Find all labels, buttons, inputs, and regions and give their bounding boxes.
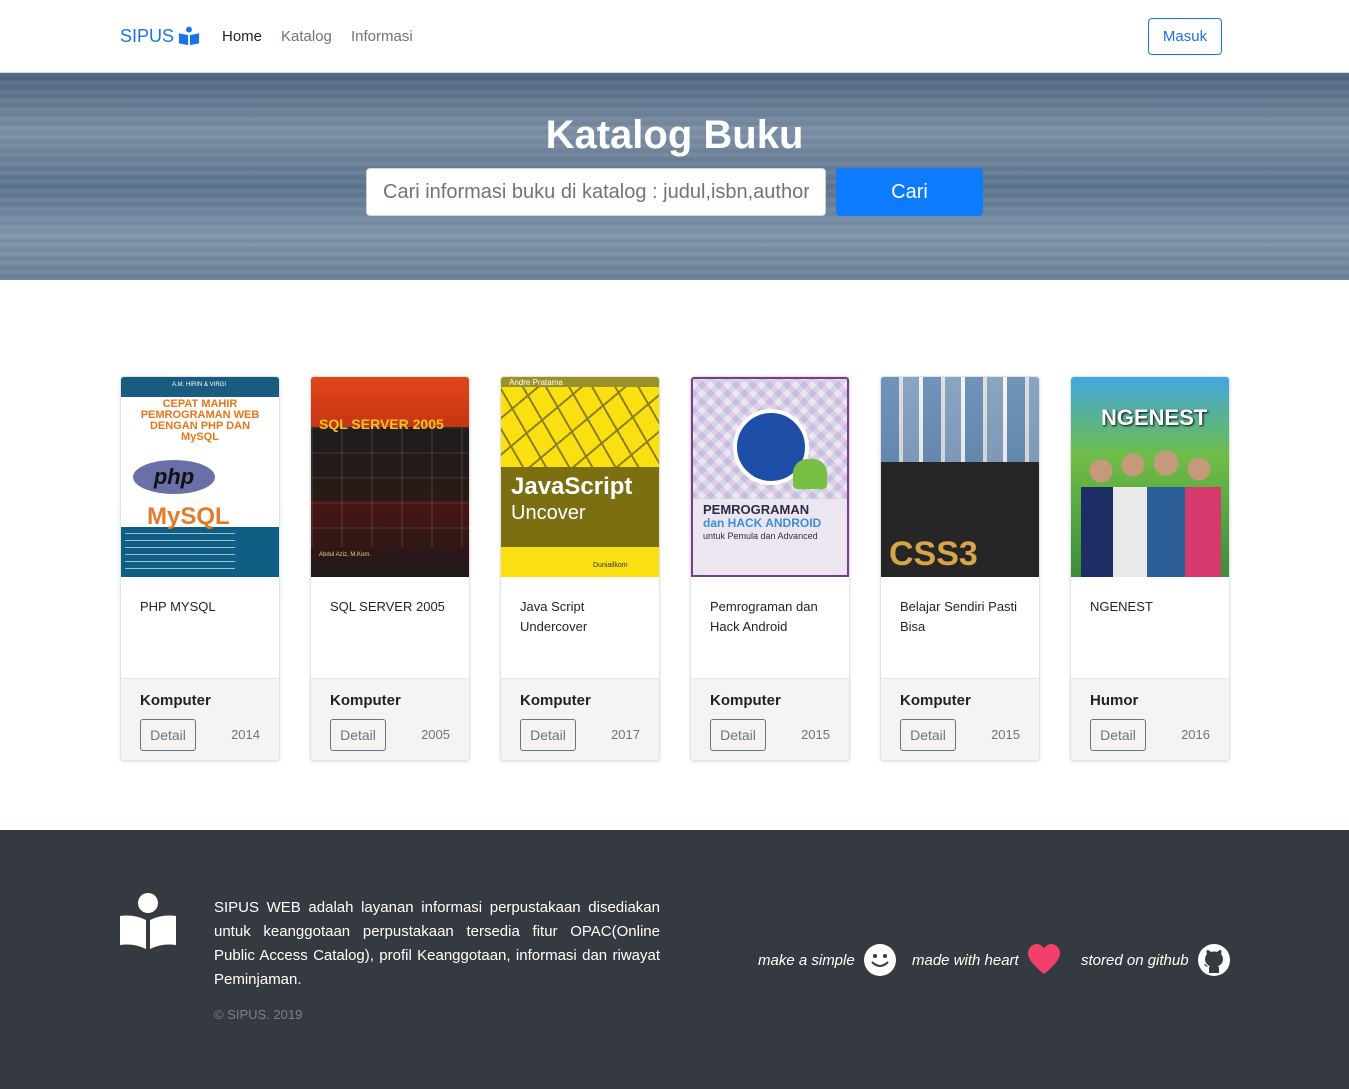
navbar: SIPUS Home Katalog Informasi Masuk xyxy=(0,0,1349,73)
reader-icon xyxy=(178,26,200,46)
book-title: SQL SERVER 2005 xyxy=(330,599,445,614)
login-button[interactable]: Masuk xyxy=(1148,18,1222,55)
book-year: 2017 xyxy=(611,727,640,742)
book-card: Andre Pratama JavaScript Uncover Duniail… xyxy=(500,376,660,761)
footer-heart: made with heart xyxy=(912,943,1061,977)
book-title: NGENEST xyxy=(1090,599,1153,614)
footer-simple: make a simple xyxy=(758,943,897,977)
cover-author: Andre Pratama xyxy=(509,378,563,387)
book-year: 2015 xyxy=(801,727,830,742)
heart-icon xyxy=(1027,944,1060,974)
cover-title: PEMROGRAMAN xyxy=(703,502,810,517)
cover-subtitle: Uncover xyxy=(511,502,586,524)
book-cover[interactable]: A.M. HIRIN & VIRGI CEPAT MAHIR PEMROGRAM… xyxy=(121,377,279,577)
book-year: 2014 xyxy=(231,727,260,742)
book-cover[interactable]: CSS3 xyxy=(881,377,1039,577)
book-card: SQL SERVER 2005 Abdul Aziz, M.Kom. SQL S… xyxy=(310,376,470,761)
footer-simple-label: make a simple xyxy=(758,951,855,969)
footer: SIPUS WEB adalah layanan informasi perpu… xyxy=(0,830,1349,1089)
footer-github-label: stored on github xyxy=(1081,951,1189,969)
book-year: 2005 xyxy=(421,727,450,742)
book-title: Java Script Undercover xyxy=(520,599,588,634)
book-category: Komputer xyxy=(900,692,971,709)
detail-button[interactable]: Detail xyxy=(520,719,576,751)
php-logo: php xyxy=(133,460,215,494)
book-card: CSS3 Belajar Sendiri Pasti Bisa Komputer… xyxy=(880,376,1040,761)
book-category: Komputer xyxy=(520,692,591,709)
cover-decoration xyxy=(125,533,235,573)
book-card: PEMROGRAMAN dan HACK ANDROID untuk Pemul… xyxy=(690,376,850,761)
cover-title: JavaScript xyxy=(511,473,633,500)
book-title: Pemrograman dan Hack Android xyxy=(710,599,818,634)
search-input[interactable] xyxy=(366,168,826,216)
book-year: 2016 xyxy=(1181,727,1210,742)
nav-catalog[interactable]: Katalog xyxy=(281,28,332,45)
brand-link[interactable]: SIPUS xyxy=(120,25,200,47)
cover-decoration xyxy=(311,427,469,547)
card-footer: Komputer Detail 2017 xyxy=(501,678,659,760)
cover-tagline: untuk Pemula dan Advanced xyxy=(703,531,818,541)
cover-title: CEPAT MAHIR PEMROGRAMAN WEB DENGAN PHP D… xyxy=(140,398,260,443)
detail-button[interactable]: Detail xyxy=(330,719,386,751)
book-category: Humor xyxy=(1090,692,1139,709)
card-footer: Komputer Detail 2015 xyxy=(691,678,849,760)
mysql-logo: MySQL xyxy=(147,503,230,530)
copyright: © SIPUS. 2019 xyxy=(214,1007,303,1022)
cover-decoration xyxy=(501,377,659,467)
detail-button[interactable]: Detail xyxy=(1090,719,1146,751)
reader-icon xyxy=(120,893,176,949)
nav-home[interactable]: Home xyxy=(222,28,262,45)
nav-info[interactable]: Informasi xyxy=(351,28,413,45)
book-cover[interactable]: PEMROGRAMAN dan HACK ANDROID untuk Pemul… xyxy=(691,377,849,577)
book-year: 2015 xyxy=(991,727,1020,742)
book-category: Komputer xyxy=(710,692,781,709)
smile-icon xyxy=(863,944,896,976)
detail-button[interactable]: Detail xyxy=(710,719,766,751)
book-category: Komputer xyxy=(140,692,211,709)
footer-heart-label: made with heart xyxy=(912,951,1019,969)
book-card: A.M. HIRIN & VIRGI CEPAT MAHIR PEMROGRAM… xyxy=(120,376,280,761)
cover-author: A.M. HIRIN & VIRGI xyxy=(171,382,226,388)
cover-subtitle: dan HACK ANDROID xyxy=(703,516,822,530)
card-footer: Komputer Detail 2015 xyxy=(881,678,1039,760)
detail-button[interactable]: Detail xyxy=(140,719,196,751)
book-cover[interactable]: SQL SERVER 2005 Abdul Aziz, M.Kom. xyxy=(311,377,469,577)
hero-banner: Katalog Buku Cari xyxy=(0,73,1349,280)
github-icon xyxy=(1197,944,1230,976)
book-category: Komputer xyxy=(330,692,401,709)
book-card: NGENEST NGENEST Humor Detail 2016 xyxy=(1070,376,1230,761)
cover-author: Abdul Aziz, M.Kom. xyxy=(319,552,372,558)
book-cover[interactable]: Andre Pratama JavaScript Uncover Duniail… xyxy=(501,377,659,577)
book-cover[interactable]: NGENEST xyxy=(1071,377,1229,577)
android-icon xyxy=(793,459,827,489)
cover-title: CSS3 xyxy=(889,535,978,573)
detail-button[interactable]: Detail xyxy=(900,719,956,751)
card-footer: Komputer Detail 2005 xyxy=(311,678,469,760)
cover-publisher: Duniailkom xyxy=(593,562,628,569)
page-title: Katalog Buku xyxy=(545,113,804,157)
book-title: PHP MYSQL xyxy=(140,599,216,614)
brand-name: SIPUS xyxy=(120,25,175,46)
card-footer: Komputer Detail 2014 xyxy=(121,678,279,760)
cover-title: NGENEST xyxy=(1101,405,1208,430)
search-button[interactable]: Cari xyxy=(836,168,983,216)
book-title: Belajar Sendiri Pasti Bisa xyxy=(900,599,1018,634)
footer-github[interactable]: stored on github xyxy=(1081,943,1231,977)
card-footer: Humor Detail 2016 xyxy=(1071,678,1229,760)
cover-title: SQL SERVER 2005 xyxy=(319,416,444,432)
cover-photo xyxy=(1081,447,1221,577)
footer-description: SIPUS WEB adalah layanan informasi perpu… xyxy=(214,899,660,988)
